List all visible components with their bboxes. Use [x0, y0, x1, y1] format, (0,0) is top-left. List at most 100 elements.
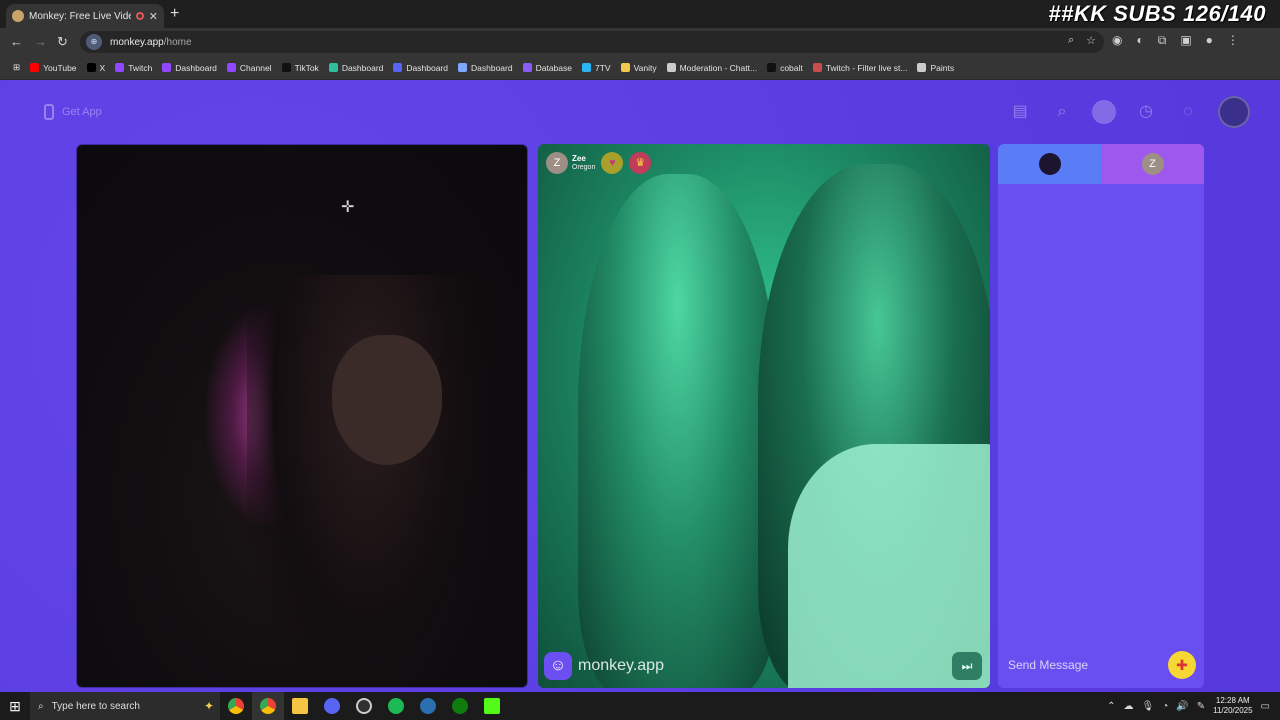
- discord-app-icon[interactable]: [316, 692, 348, 720]
- windows-taskbar: ⊞ ⌕ Type here to search ✦ ⌃ ☁ 🎙 ◔ 🔊 ✎ 12…: [0, 692, 1280, 720]
- bookmark-item[interactable]: cobalt: [762, 63, 808, 73]
- history-icon[interactable]: ◷: [1134, 100, 1158, 124]
- extensions-area: ◉ ◐ ⧉ ▣ ● ⋮: [1112, 33, 1239, 48]
- profile-icon[interactable]: ●: [1206, 33, 1213, 48]
- shop-icon[interactable]: ▤: [1008, 100, 1032, 124]
- start-icon[interactable]: ⊞: [0, 692, 30, 720]
- forward-icon[interactable]: →: [34, 34, 47, 49]
- wifi-icon[interactable]: ◔: [1162, 701, 1168, 712]
- clock-date: 11/20/2025: [1213, 706, 1253, 715]
- bookmark-item[interactable]: 7TV: [577, 63, 616, 73]
- taskbar-search-placeholder: Type here to search: [51, 700, 140, 712]
- bookmark-item[interactable]: Twitch - Filter live st...: [808, 63, 913, 73]
- bookmarks-bar: ⊞ YouTube X Twitch Dashboard Channel TikTok Da…: [0, 56, 1280, 80]
- apps-grid-icon[interactable]: ⊞: [8, 62, 25, 73]
- puzzle-icon[interactable]: ⧉: [1158, 33, 1167, 48]
- bookmark-item[interactable]: Database: [518, 63, 577, 73]
- clock[interactable]: 12:28 AM 11/20/2025: [1213, 696, 1252, 716]
- back-icon[interactable]: ←: [10, 34, 23, 49]
- bookmark-favicon-icon: [115, 63, 125, 72]
- chrome-app-icon[interactable]: [220, 692, 252, 720]
- xbox-app-icon[interactable]: [444, 692, 476, 720]
- extension-icon[interactable]: ◉: [1112, 33, 1122, 48]
- bookmark-favicon-icon: [767, 63, 777, 72]
- bookmark-star-icon[interactable]: ☆: [1086, 34, 1096, 47]
- spotify-app-icon[interactable]: [380, 692, 412, 720]
- network-icon[interactable]: ☁: [1124, 701, 1134, 712]
- volume-icon[interactable]: 🔊: [1176, 701, 1188, 712]
- bookmark-item[interactable]: Moderation - Chatt...: [662, 63, 762, 73]
- bookmark-item[interactable]: Paints: [912, 63, 959, 73]
- taskbar-search[interactable]: ⌕ Type here to search ✦: [30, 692, 220, 720]
- chrome-profile-app-icon[interactable]: [252, 692, 284, 720]
- send-message-input[interactable]: [1008, 658, 1158, 672]
- skip-button[interactable]: ⏭: [952, 652, 982, 680]
- url-text[interactable]: monkey.app/home: [110, 37, 192, 48]
- extension-icon[interactable]: ◐: [1136, 33, 1143, 48]
- bookmark-favicon-icon: [522, 63, 532, 72]
- bookmark-favicon-icon: [86, 63, 96, 72]
- bookmark-label: Moderation - Chatt...: [679, 62, 758, 73]
- bookmark-item[interactable]: Dashboard: [157, 63, 222, 73]
- monkey-logo-icon: ☺: [544, 652, 572, 680]
- bookmark-item[interactable]: X: [82, 63, 111, 73]
- bookmark-item[interactable]: Channel: [222, 63, 277, 73]
- bookmark-favicon-icon: [162, 63, 172, 72]
- bookmark-item[interactable]: Dashboard: [388, 63, 453, 73]
- zoom-icon[interactable]: ⌕: [1068, 34, 1074, 47]
- get-app-label: Get App: [62, 106, 102, 118]
- side-panel-icon[interactable]: ▣: [1180, 33, 1191, 48]
- obs-app-icon[interactable]: [348, 692, 380, 720]
- bookmark-favicon-icon: [620, 63, 630, 72]
- get-app-link[interactable]: Get App: [44, 104, 102, 120]
- bookmark-favicon-icon: [812, 63, 822, 72]
- remote-video-feed: Z Zee Oregon ♥ ♛ ☺ monkey.app ⏭: [538, 144, 990, 688]
- chevron-up-icon[interactable]: ⌃: [1107, 701, 1115, 712]
- bookmark-label: Channel: [239, 62, 272, 73]
- character-badge-icon[interactable]: ♛: [629, 152, 652, 174]
- cursor-crosshair-icon: ✛: [341, 199, 355, 216]
- chat-tab-self[interactable]: [998, 144, 1101, 184]
- site-info-icon[interactable]: ⊕: [86, 34, 102, 50]
- omnibox[interactable]: ⊕ monkey.app/home ⌕ ☆: [80, 31, 1104, 53]
- copilot-sparkle-icon: ✦: [203, 699, 214, 713]
- coin-icon[interactable]: [1092, 100, 1116, 124]
- bookmark-favicon-icon: [393, 63, 403, 72]
- clock-time: 12:28 AM: [1215, 696, 1250, 705]
- chat-bubble-icon[interactable]: ◌: [1176, 100, 1200, 124]
- bookmark-item[interactable]: TikTok: [277, 63, 324, 73]
- microphone-icon[interactable]: 🎙: [1142, 701, 1155, 712]
- gift-icon[interactable]: ✚: [1168, 651, 1196, 679]
- heart-badge-icon[interactable]: ♥: [601, 152, 624, 174]
- bookmark-label: Paints: [930, 62, 955, 73]
- bookmark-label: Twitch: [128, 62, 153, 73]
- monkey-favicon-icon: [12, 10, 24, 22]
- bookmark-item[interactable]: YouTube: [25, 63, 81, 73]
- tab-close-icon[interactable]: ✕: [149, 10, 158, 23]
- bookmark-label: Vanity: [633, 62, 657, 73]
- bookmark-label: Dashboard: [471, 62, 513, 73]
- bookmark-item[interactable]: Dashboard: [453, 63, 518, 73]
- search-icon[interactable]: ⌕: [1050, 100, 1074, 124]
- chat-tab-peer[interactable]: Z: [1101, 144, 1204, 184]
- chat-input-bar: ✚: [998, 642, 1204, 688]
- peer-location: Oregon: [572, 164, 596, 171]
- menu-icon[interactable]: ⋮: [1227, 33, 1239, 48]
- notifications-icon[interactable]: ▭: [1261, 701, 1270, 712]
- bookmark-item[interactable]: Vanity: [616, 63, 662, 73]
- pen-icon[interactable]: ✎: [1197, 701, 1205, 712]
- bookmark-item[interactable]: Twitch: [110, 63, 157, 73]
- phone-icon: [44, 104, 54, 120]
- new-tab-button[interactable]: +: [170, 5, 179, 23]
- bookmark-item[interactable]: Dashboard: [324, 63, 389, 73]
- file-explorer-icon[interactable]: [284, 692, 316, 720]
- ccleaner-app-icon[interactable]: [412, 692, 444, 720]
- peer-info[interactable]: Z Zee Oregon ♥ ♛: [546, 152, 652, 174]
- browser-tab[interactable]: Monkey: Free Live Video Ch ✕: [6, 4, 164, 28]
- watermark-text: monkey.app: [578, 657, 664, 674]
- kick-app-icon[interactable]: [476, 692, 508, 720]
- bookmark-label: Dashboard: [341, 62, 384, 73]
- user-avatar[interactable]: [1218, 96, 1250, 128]
- reload-icon[interactable]: ↻: [57, 34, 68, 50]
- bookmark-label: X: [99, 62, 106, 73]
